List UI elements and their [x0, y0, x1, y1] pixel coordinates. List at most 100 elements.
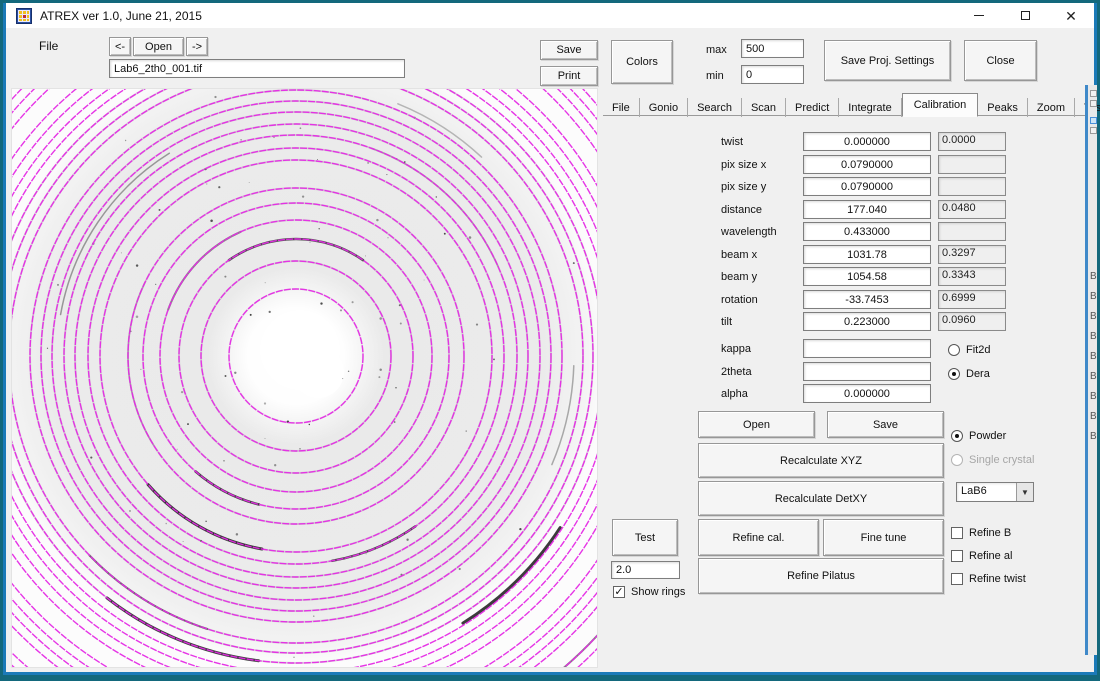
refine-cal-button[interactable]: Refine cal.	[698, 519, 819, 556]
maximize-icon	[1021, 11, 1030, 20]
background-window-item: B	[1090, 271, 1097, 282]
checkbox-show-rings-box: ✓	[613, 586, 625, 598]
radio-fit2d[interactable]: Fit2d	[948, 344, 990, 356]
print-button[interactable]: Print	[540, 66, 598, 86]
recalculate-xyz-button[interactable]: Recalculate XYZ	[698, 443, 944, 478]
minimize-button[interactable]	[956, 3, 1002, 28]
titlebar: ATREX ver 1.0, June 21, 2015 ✕	[6, 3, 1094, 28]
background-window-button	[1090, 100, 1097, 107]
background-window-button	[1090, 90, 1097, 97]
field-label-beam-y: beam y	[721, 271, 757, 283]
background-window-item: B	[1090, 331, 1097, 342]
min-input[interactable]	[741, 65, 804, 84]
material-dropdown[interactable]: LaB6 ▼	[956, 482, 1034, 502]
test-button[interactable]: Test	[612, 519, 678, 556]
max-input[interactable]	[741, 39, 804, 58]
background-window-item: B	[1090, 351, 1097, 362]
field-input-2theta[interactable]	[803, 362, 931, 381]
prev-file-button[interactable]: <-	[109, 37, 131, 56]
field-input-pix-size-y[interactable]	[803, 177, 931, 196]
field-label-rotation: rotation	[721, 294, 758, 306]
colors-button[interactable]: Colors	[611, 40, 673, 84]
save-proj-settings-button[interactable]: Save Proj. Settings	[824, 40, 951, 81]
tab-predict[interactable]: Predict	[786, 98, 839, 117]
window-title: ATREX ver 1.0, June 21, 2015	[40, 9, 202, 23]
field-input-rotation[interactable]	[803, 290, 931, 309]
radio-dera-circle	[948, 368, 960, 380]
tab-calibration[interactable]: Calibration	[902, 93, 979, 117]
field-label-kappa: kappa	[721, 343, 751, 355]
tab-file[interactable]: File	[603, 98, 640, 117]
fine-tune-button[interactable]: Fine tune	[823, 519, 944, 556]
tab-scan[interactable]: Scan	[742, 98, 786, 117]
tab-zoom[interactable]: Zoom	[1028, 98, 1075, 117]
field-input-beam-x[interactable]	[803, 245, 931, 264]
cal-open-button[interactable]: Open	[698, 411, 815, 438]
cal-save-button[interactable]: Save	[827, 411, 944, 438]
field-sigma-wavelength	[938, 222, 1006, 241]
field-input-wavelength[interactable]	[803, 222, 931, 241]
field-sigma-beam-x: 0.3297	[938, 245, 1006, 264]
field-sigma-pix-size-x	[938, 155, 1006, 174]
background-window-item: B	[1090, 371, 1097, 382]
checkbox-show-rings[interactable]: ✓ Show rings	[613, 586, 685, 598]
radio-powder[interactable]: Powder	[951, 430, 1006, 442]
background-window-item: B	[1090, 411, 1097, 422]
background-window-button	[1090, 127, 1097, 134]
field-input-beam-y[interactable]	[803, 267, 931, 286]
field-sigma-pix-size-y	[938, 177, 1006, 196]
radio-powder-circle	[951, 430, 963, 442]
radio-single-crystal: Single crystal	[951, 454, 1034, 466]
field-input-tilt[interactable]	[803, 312, 931, 331]
atrex-window: ATREX ver 1.0, June 21, 2015 ✕ File <- O…	[3, 3, 1097, 675]
tab-peaks[interactable]: Peaks	[978, 98, 1028, 117]
checkbox-refine-twist-label: Refine twist	[969, 573, 1026, 585]
field-input-kappa[interactable]	[803, 339, 931, 358]
radio-dera-label: Dera	[966, 368, 990, 380]
close-button[interactable]: Close	[964, 40, 1037, 81]
checkbox-refine-b-label: Refine B	[969, 527, 1011, 539]
field-label-wavelength: wavelength	[721, 226, 777, 238]
test-value-input[interactable]	[611, 561, 680, 579]
background-window-item: B	[1090, 431, 1097, 442]
checkbox-refine-twist[interactable]: Refine twist	[951, 573, 1026, 585]
desktop: { "window": { "title": "ATREX ver 1.0, J…	[0, 0, 1100, 681]
radio-single-crystal-label: Single crystal	[969, 454, 1034, 466]
field-label-pix-size-x: pix size x	[721, 159, 766, 171]
field-input-pix-size-x[interactable]	[803, 155, 931, 174]
tab-integrate[interactable]: Integrate	[839, 98, 901, 117]
tab-strip: FileGonioSearchScanPredictIntegrateCalib…	[603, 93, 1093, 116]
radio-dera[interactable]: Dera	[948, 368, 990, 380]
diffraction-image[interactable]	[11, 88, 598, 668]
radio-single-crystal-circle	[951, 454, 963, 466]
maximize-button[interactable]	[1002, 3, 1048, 28]
tab-search[interactable]: Search	[688, 98, 742, 117]
refine-pilatus-button[interactable]: Refine Pilatus	[698, 558, 944, 594]
field-input-twist[interactable]	[803, 132, 931, 151]
field-label-alpha: alpha	[721, 388, 748, 400]
file-menu[interactable]: File	[33, 37, 64, 55]
background-window-item: B	[1090, 291, 1097, 302]
checkbox-refine-al-label: Refine al	[969, 550, 1012, 562]
field-label-beam-x: beam x	[721, 249, 757, 261]
open-file-button[interactable]: Open	[133, 37, 184, 56]
field-sigma-tilt: 0.0960	[938, 312, 1006, 331]
chevron-down-icon[interactable]: ▼	[1016, 483, 1033, 501]
field-label-pix-size-y: pix size y	[721, 181, 766, 193]
field-label-twist: twist	[721, 136, 743, 148]
next-file-button[interactable]: ->	[186, 37, 208, 56]
checkbox-refine-al: Refine al	[951, 550, 1012, 562]
field-input-alpha[interactable]	[803, 384, 931, 403]
field-input-distance[interactable]	[803, 200, 931, 219]
radio-powder-label: Powder	[969, 430, 1006, 442]
filename-input[interactable]	[109, 59, 405, 78]
recalculate-detxy-button[interactable]: Recalculate DetXY	[698, 481, 944, 516]
toolbar: File <- Open -> Save Print Colors max mi…	[6, 28, 1094, 89]
background-window-button	[1090, 117, 1097, 124]
tab-gonio[interactable]: Gonio	[640, 98, 688, 117]
radio-fit2d-circle	[948, 344, 960, 356]
close-window-button[interactable]: ✕	[1048, 3, 1094, 28]
save-button[interactable]: Save	[540, 40, 598, 60]
app-icon	[16, 8, 32, 24]
field-label-distance: distance	[721, 204, 762, 216]
